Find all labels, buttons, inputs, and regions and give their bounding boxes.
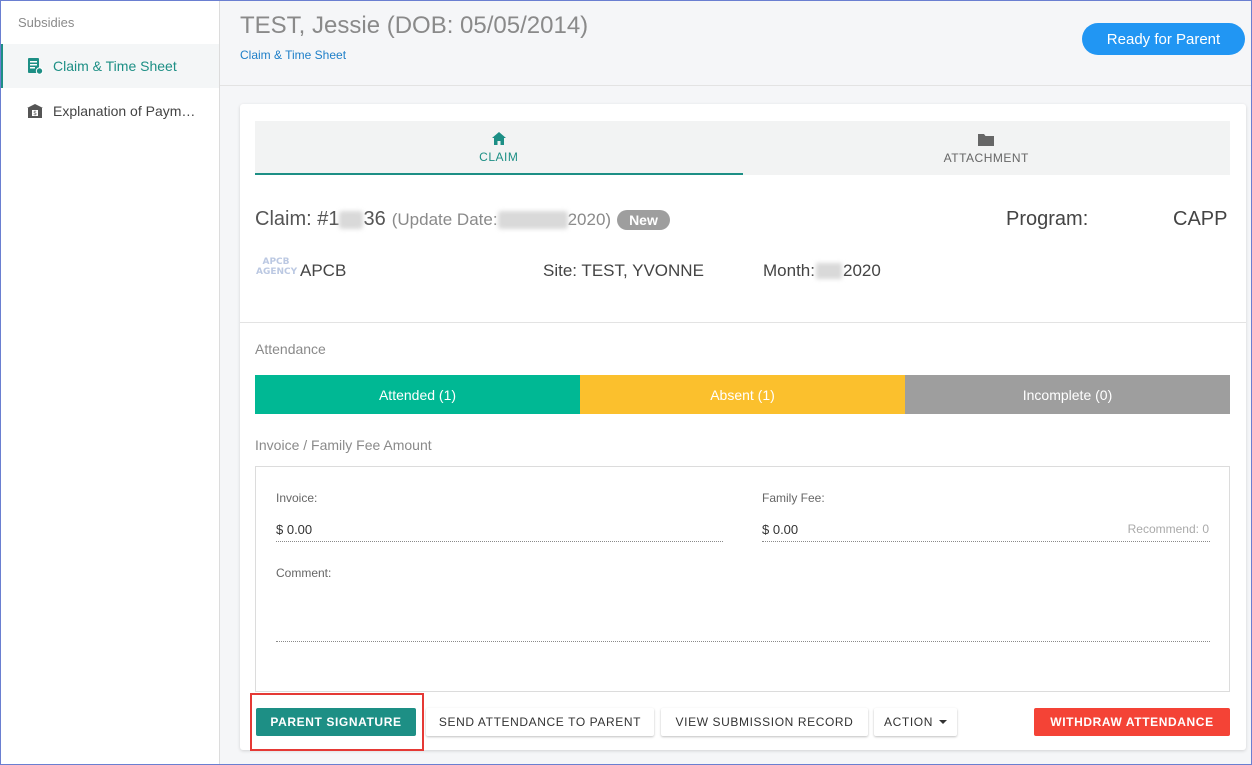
program-value: CAPP (1173, 208, 1228, 230)
sidebar-item-label: Claim & Time Sheet (53, 58, 177, 74)
sidebar-item-claim-time-sheet[interactable]: Claim & Time Sheet (0, 44, 219, 88)
invoice-underline (276, 541, 723, 542)
claim-number-prefix: Claim: #1 (255, 208, 340, 230)
redacted-claim-digits (339, 210, 364, 229)
attendance-label: Attendance (255, 341, 326, 357)
status-badge: Ready for Parent (1082, 23, 1245, 55)
parent-signature-button[interactable]: PARENT SIGNATURE (256, 708, 416, 736)
tab-bar: CLAIM ATTACHMENT (255, 121, 1230, 175)
attendance-bar: Attended (1) Absent (1) Incomplete (0) (255, 375, 1230, 414)
tab-attachment[interactable]: ATTACHMENT (743, 121, 1231, 175)
attended-segment[interactable]: Attended (1) (255, 375, 580, 414)
claim-card: CLAIM ATTACHMENT Claim: #1 36 (Update Da… (240, 104, 1246, 750)
invoice-label: Invoice: (276, 491, 318, 505)
page-title: TEST, Jessie (DOB: 05/05/2014) (240, 12, 589, 39)
invoice-section-label: Invoice / Family Fee Amount (255, 437, 432, 453)
home-icon (491, 130, 506, 146)
header-divider (220, 85, 1252, 86)
site-text: Site: TEST, YVONNE (543, 261, 704, 280)
recommend-text: Recommend: 0 (1127, 522, 1209, 536)
program-label: Program: (1006, 208, 1089, 230)
redacted-month (815, 263, 842, 279)
sidebar-header: Subsidies (18, 15, 75, 30)
month-suffix: 2020 (842, 261, 881, 280)
agency-logo: APCB AGENCY (256, 257, 298, 277)
family-fee-underline (762, 541, 1210, 542)
sidebar: Subsidies Claim & Time Sheet $ Explanati… (0, 0, 220, 765)
absent-segment[interactable]: Absent (1) (580, 375, 905, 414)
tab-claim[interactable]: CLAIM (255, 121, 743, 175)
sidebar-item-label: Explanation of Paym… (53, 103, 196, 119)
action-dropdown-label: ACTION (884, 715, 933, 729)
incomplete-segment[interactable]: Incomplete (0) (905, 375, 1230, 414)
month-text: Month: 2020 (763, 261, 881, 281)
view-submission-button[interactable]: VIEW SUBMISSION RECORD (661, 708, 868, 736)
withdraw-attendance-button[interactable]: WITHDRAW ATTENDANCE (1034, 708, 1230, 736)
comment-field[interactable] (276, 641, 1210, 642)
family-fee-field[interactable]: $ 0.00 (762, 522, 798, 537)
clipboard-doc-icon (25, 56, 45, 76)
month-prefix: Month: (763, 261, 815, 280)
update-date-prefix: (Update Date: (391, 209, 498, 229)
comment-label: Comment: (276, 566, 332, 580)
redacted-update-date (497, 210, 568, 229)
claim-number-line: Claim: #1 36 (Update Date: 2020) New (255, 208, 670, 231)
invoice-field[interactable]: $ 0.00 (276, 522, 312, 537)
update-date-suffix: 2020) (567, 209, 612, 229)
send-attendance-button[interactable]: SEND ATTENDANCE TO PARENT (426, 708, 654, 736)
breadcrumb[interactable]: Claim & Time Sheet (240, 48, 346, 62)
tab-label: ATTACHMENT (943, 151, 1029, 165)
invoice-box: Invoice: $ 0.00 Family Fee: $ 0.00 Recom… (255, 466, 1230, 692)
svg-text:$: $ (33, 110, 37, 117)
update-date: (Update Date: 2020) (392, 210, 611, 230)
sidebar-item-explanation-of-payment[interactable]: $ Explanation of Paym… (0, 89, 219, 133)
section-divider (240, 322, 1246, 323)
claim-number-suffix: 36 (363, 208, 386, 230)
action-dropdown[interactable]: ACTION (874, 708, 957, 736)
bank-payment-icon: $ (25, 101, 45, 121)
family-fee-label: Family Fee: (762, 491, 825, 505)
folder-icon (978, 131, 995, 147)
caret-down-icon (938, 720, 947, 724)
agency-name: APCB (300, 261, 347, 280)
tab-label: CLAIM (479, 150, 519, 164)
claim-status-badge: New (617, 209, 670, 230)
